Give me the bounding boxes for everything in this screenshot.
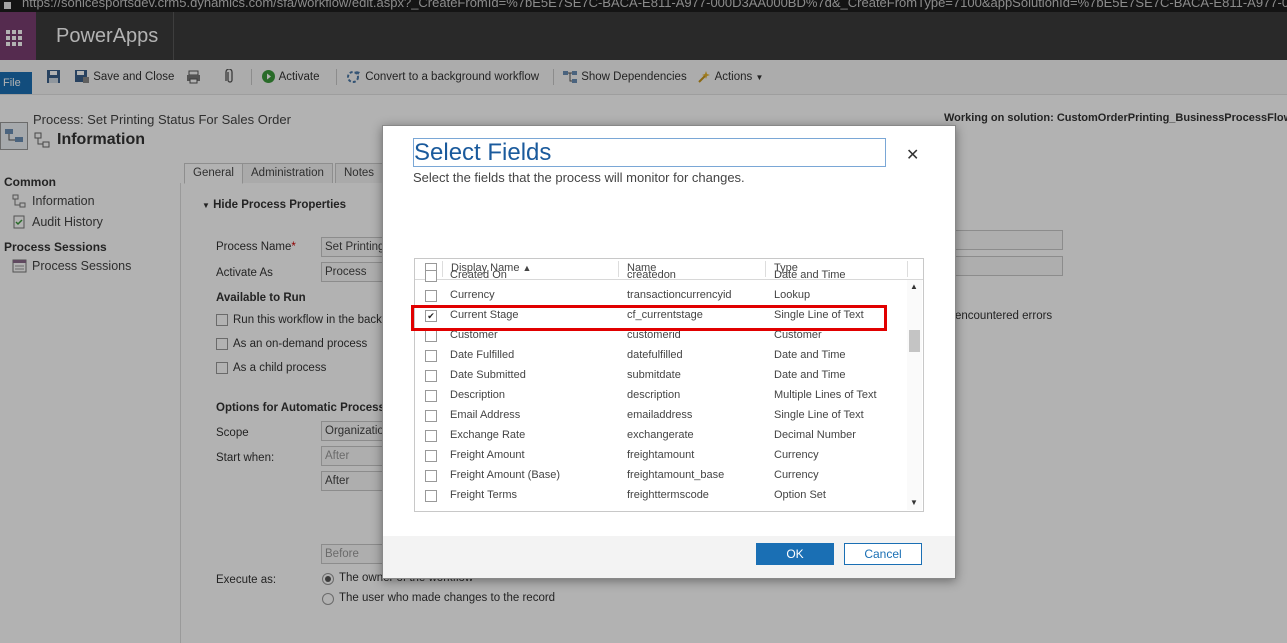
table-row[interactable]: Description description Multiple Lines of … xyxy=(415,386,907,406)
row-checkbox[interactable] xyxy=(425,330,437,342)
display-name-cell: Exchange Rate xyxy=(450,429,526,441)
row-checkbox[interactable] xyxy=(425,430,437,442)
display-name-cell: Date Fulfilled xyxy=(450,349,515,361)
table-row[interactable]: Date Submitted submitdate Date and Time xyxy=(415,366,907,386)
display-name-cell: Email Address xyxy=(450,409,521,421)
name-cell: emailaddress xyxy=(627,409,693,421)
type-cell: Date and Time xyxy=(774,269,846,281)
table-row[interactable]: Freight Terms freighttermscode Option Set xyxy=(415,486,907,506)
display-name-cell: Date Submitted xyxy=(450,369,526,381)
type-cell: Lookup xyxy=(774,289,811,301)
row-checkbox[interactable] xyxy=(425,290,437,302)
row-checkbox[interactable] xyxy=(425,490,437,502)
name-cell: transactioncurrencyid xyxy=(627,289,732,301)
name-cell: submitdate xyxy=(627,369,681,381)
ok-button[interactable]: OK xyxy=(756,543,834,565)
table-row[interactable]: Freight Amount (Base) freightamount_base C… xyxy=(415,466,907,486)
row-checkbox[interactable] xyxy=(425,450,437,462)
dialog-subtitle: Select the fields that the process will … xyxy=(413,170,745,185)
row-checkbox[interactable] xyxy=(425,270,437,282)
row-checkbox[interactable] xyxy=(425,470,437,482)
name-cell: freightamount_base xyxy=(627,469,725,481)
row-checkbox[interactable] xyxy=(425,350,437,362)
type-cell: Date and Time xyxy=(774,349,846,361)
name-cell: freighttermscode xyxy=(627,489,709,501)
row-checkbox[interactable] xyxy=(425,410,437,422)
close-icon[interactable]: ✕ xyxy=(906,145,919,165)
dialog-footer: OK Cancel xyxy=(383,536,955,578)
type-cell: Date and Time xyxy=(774,369,846,381)
cancel-button[interactable]: Cancel xyxy=(844,543,922,565)
display-name-cell: Description xyxy=(450,389,506,401)
type-cell: Currency xyxy=(774,449,819,461)
display-name-cell: Freight Terms xyxy=(450,489,518,501)
type-cell: Decimal Number xyxy=(774,429,856,441)
table-row[interactable]: Freight Amount freightamount Currency xyxy=(415,446,907,466)
table-row[interactable]: Date Fulfilled datefulfilled Date and Time xyxy=(415,346,907,366)
display-name-cell: Freight Amount (Base) xyxy=(450,469,561,481)
type-cell: Option Set xyxy=(774,489,826,501)
type-cell: Multiple Lines of Text xyxy=(774,389,877,401)
row-checkbox[interactable] xyxy=(425,370,437,382)
display-name-cell: Created On xyxy=(450,269,507,281)
fields-grid: Display Name ▲ Name Type Created On creat… xyxy=(414,258,924,512)
type-cell: Single Line of Text xyxy=(774,409,864,421)
display-name-cell: Freight Amount xyxy=(450,449,525,461)
table-row[interactable]: Email Address emailaddress Single Line of … xyxy=(415,406,907,426)
name-cell: datefulfilled xyxy=(627,349,683,361)
scroll-thumb[interactable] xyxy=(909,330,920,352)
scroll-down-icon[interactable]: ▼ xyxy=(910,498,918,507)
dialog-title: Select Fields xyxy=(413,138,886,167)
select-fields-dialog: Select Fields ✕ Select the fields that t… xyxy=(382,125,956,579)
table-row[interactable]: Currency transactioncurrencyid Lookup xyxy=(415,286,907,306)
name-cell: exchangerate xyxy=(627,429,694,441)
selection-highlight xyxy=(411,305,887,331)
grid-scrollbar[interactable]: ▲ ▼ xyxy=(907,280,922,510)
name-cell: freightamount xyxy=(627,449,695,461)
name-cell: createdon xyxy=(627,269,676,281)
name-cell: description xyxy=(627,389,681,401)
type-cell: Currency xyxy=(774,469,819,481)
table-row[interactable]: Created On createdon Date and Time xyxy=(415,266,907,286)
scroll-up-icon[interactable]: ▲ xyxy=(910,282,918,291)
display-name-cell: Currency xyxy=(450,289,495,301)
row-checkbox[interactable] xyxy=(425,390,437,402)
column-divider xyxy=(907,261,908,277)
table-row[interactable]: Exchange Rate exchangerate Decimal Number xyxy=(415,426,907,446)
